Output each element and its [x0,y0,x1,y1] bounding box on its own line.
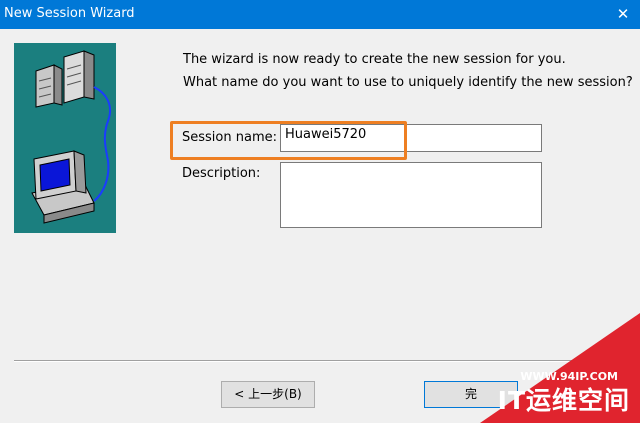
watermark: WWW.94IP.COM IT运维空间 [480,313,640,423]
window-title: New Session Wizard [4,6,135,21]
back-button[interactable]: < 上一步(B) [221,381,315,408]
wizard-message-line2: What name do you want to use to uniquely… [183,75,633,90]
watermark-name: IT运维空间 [497,386,630,415]
session-name-input[interactable]: Huawei5720 [280,124,542,152]
session-name-label: Session name: [182,130,277,145]
wizard-illustration [14,43,116,233]
description-input[interactable] [280,162,542,228]
computer-icon [31,150,95,224]
title-bar: New Session Wizard ✕ [0,0,640,29]
wizard-message-line1: The wizard is now ready to create the ne… [183,52,566,67]
network-cable-icon [93,86,112,202]
network-illustration [31,50,112,224]
server-icon [35,50,95,108]
close-icon[interactable]: ✕ [612,3,634,25]
description-label: Description: [182,166,261,181]
